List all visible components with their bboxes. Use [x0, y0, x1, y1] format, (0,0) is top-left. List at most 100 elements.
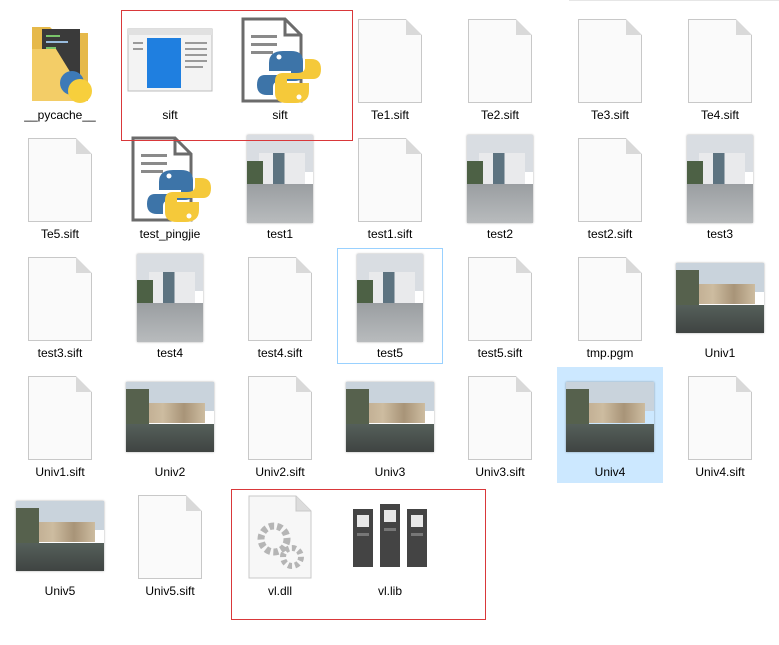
- file-item[interactable]: test4.sift: [227, 248, 333, 364]
- file-name-label: Univ1.sift: [35, 465, 85, 479]
- file-thumbnail: [560, 136, 660, 222]
- file-item[interactable]: Univ2: [117, 367, 223, 483]
- file-icon: [468, 257, 532, 341]
- file-name-label: __pycache__: [24, 108, 96, 122]
- file-item[interactable]: test2.sift: [557, 129, 663, 245]
- file-icon: [578, 19, 642, 103]
- photo-thumbnail: [346, 382, 434, 452]
- file-item[interactable]: tmp.pgm: [557, 248, 663, 364]
- file-icon: [688, 19, 752, 103]
- photo-thumbnail: [357, 254, 423, 342]
- file-name-label: test4: [156, 346, 183, 360]
- photo-thumbnail: [247, 135, 313, 223]
- file-name-label: test2.sift: [587, 227, 633, 241]
- file-item[interactable]: Univ3: [337, 367, 443, 483]
- photo-thumbnail: [687, 135, 753, 223]
- file-name-label: Univ5.sift: [145, 584, 195, 598]
- file-item[interactable]: Univ5: [7, 486, 113, 602]
- file-name-label: Univ1: [704, 346, 736, 360]
- file-item[interactable]: Univ3.sift: [447, 367, 553, 483]
- file-thumbnail: [230, 255, 330, 341]
- file-item[interactable]: Univ1: [667, 248, 773, 364]
- file-item[interactable]: test3.sift: [7, 248, 113, 364]
- file-item[interactable]: Univ4: [557, 367, 663, 483]
- file-name-label: test5.sift: [477, 346, 523, 360]
- file-item[interactable]: test2: [447, 129, 553, 245]
- file-item[interactable]: test3: [667, 129, 773, 245]
- file-name-label: Te1.sift: [370, 108, 409, 122]
- file-thumbnail: [230, 135, 330, 223]
- file-thumbnail: [120, 254, 220, 342]
- photo-thumbnail: [566, 382, 654, 452]
- file-name-label: test1: [266, 227, 293, 241]
- file-icon: [28, 138, 92, 222]
- file-thumbnail: [120, 374, 220, 460]
- file-item[interactable]: test5: [337, 248, 443, 364]
- file-thumbnail: [450, 135, 550, 223]
- file-thumbnail: [120, 493, 220, 579]
- file-thumbnail: [340, 254, 440, 342]
- file-name-label: Univ2: [154, 465, 186, 479]
- file-item[interactable]: Te3.sift: [557, 10, 663, 126]
- file-item[interactable]: test1.sift: [337, 129, 443, 245]
- file-icon: [248, 376, 312, 460]
- file-icon: [468, 376, 532, 460]
- file-icon: [138, 495, 202, 579]
- file-item[interactable]: Te4.sift: [667, 10, 773, 126]
- file-thumbnail: [10, 255, 110, 341]
- file-item[interactable]: test_pingjie: [117, 129, 223, 245]
- file-thumbnail: [230, 374, 330, 460]
- file-icon: [578, 257, 642, 341]
- file-name-label: Univ3.sift: [475, 465, 525, 479]
- file-icon: [28, 376, 92, 460]
- file-thumbnail: [670, 135, 770, 223]
- file-item[interactable]: Univ2.sift: [227, 367, 333, 483]
- file-thumbnail: [670, 255, 770, 341]
- file-icon: [578, 138, 642, 222]
- file-item[interactable]: Univ5.sift: [117, 486, 223, 602]
- file-item[interactable]: test1: [227, 129, 333, 245]
- photo-thumbnail: [16, 501, 104, 571]
- file-thumbnail: [450, 255, 550, 341]
- file-icon: [248, 257, 312, 341]
- file-thumbnail: [340, 17, 440, 103]
- file-name-label: Te5.sift: [40, 227, 79, 241]
- file-name-label: Te3.sift: [590, 108, 629, 122]
- file-thumbnail: [670, 374, 770, 460]
- file-name-label: Univ5: [44, 584, 76, 598]
- folder-icon: [32, 27, 92, 103]
- file-thumbnail: [10, 17, 110, 103]
- file-item[interactable]: test4: [117, 248, 223, 364]
- file-name-label: Te4.sift: [700, 108, 739, 122]
- file-item[interactable]: test5.sift: [447, 248, 553, 364]
- file-name-label: Univ4: [594, 465, 626, 479]
- file-name-label: test2: [486, 227, 513, 241]
- file-name-label: Univ3: [374, 465, 406, 479]
- photo-thumbnail: [676, 263, 764, 333]
- file-name-label: test1.sift: [367, 227, 413, 241]
- file-icon: [688, 376, 752, 460]
- file-item[interactable]: Univ1.sift: [7, 367, 113, 483]
- file-name-label: test3.sift: [37, 346, 83, 360]
- file-name-label: test4.sift: [257, 346, 303, 360]
- highlight-box-sift: [121, 10, 353, 141]
- file-name-label: Te2.sift: [480, 108, 519, 122]
- python-file-icon: [131, 136, 211, 222]
- file-thumbnail: [560, 255, 660, 341]
- file-icon: [358, 138, 422, 222]
- file-thumbnail: [10, 136, 110, 222]
- file-name-label: Univ2.sift: [255, 465, 305, 479]
- file-item[interactable]: __pycache__: [7, 10, 113, 126]
- file-name-label: Univ4.sift: [695, 465, 745, 479]
- file-thumbnail: [560, 17, 660, 103]
- file-name-label: test_pingjie: [139, 227, 201, 241]
- file-item[interactable]: Te2.sift: [447, 10, 553, 126]
- file-icon: [468, 19, 532, 103]
- file-thumbnail: [450, 374, 550, 460]
- file-item[interactable]: Te5.sift: [7, 129, 113, 245]
- file-item[interactable]: Univ4.sift: [667, 367, 773, 483]
- file-thumbnail: [450, 17, 550, 103]
- file-thumbnail: [340, 136, 440, 222]
- photo-thumbnail: [137, 254, 203, 342]
- top-scroll-edge: [569, 0, 779, 1]
